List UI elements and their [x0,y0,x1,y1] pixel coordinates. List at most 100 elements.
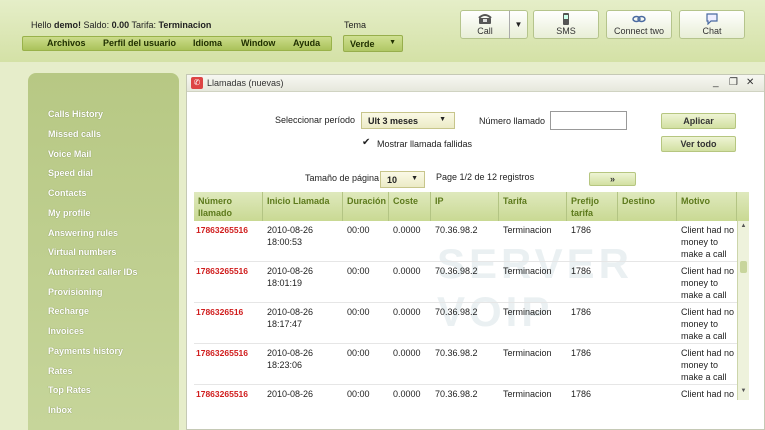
sidebar-item-inbox[interactable]: Inbox [48,405,72,415]
menu-perfil-usuario[interactable]: Perfil del usuario [103,38,176,48]
saldo-value: 0.00 [111,20,130,30]
failed-calls-label: Mostrar llamada fallidas [377,139,473,149]
theme-select[interactable]: Verde ▼ [343,35,403,52]
next-page-button[interactable]: » [589,172,636,186]
table-row[interactable]: 17863265516 2010-08-26 18:23:06 00:00 0.… [194,344,737,385]
called-number-input[interactable] [550,111,627,130]
period-label: Seleccionar período [275,115,356,125]
sidebar-item-recharge[interactable]: Recharge [48,306,89,316]
cell-motivo: Client had no money to make a call [681,307,735,341]
sidebar-item-answering-rules[interactable]: Answering rules [48,228,118,238]
column-header-destino[interactable]: Destino [618,192,677,221]
phone-icon [478,14,492,24]
sidebar-item-missed-calls[interactable]: Missed calls [48,129,101,139]
column-header-numero[interactable]: Número llamado [194,192,263,221]
account-summary: Hello demo! Saldo: 0.00 Tarifa: Terminac… [31,20,211,30]
sidebar-item-top-rates[interactable]: Top Rates [48,385,91,395]
column-header-inicio[interactable]: Inicio Llamada [263,192,343,221]
cell-duracion: 00:00 [347,389,370,399]
scroll-down-icon[interactable]: ▼ [738,388,749,398]
cell-prefijo: 1786 [571,266,592,276]
page-size-select[interactable]: 10 ▼ [380,171,425,188]
chat-button[interactable]: Chat [679,10,745,39]
cell-coste: 0.0000 [393,307,421,317]
view-all-button[interactable]: Ver todo [661,136,736,152]
connect-two-button[interactable]: Connect two [606,10,672,39]
scrollbar-thumb[interactable] [740,261,747,273]
greeting-prefix: Hello [31,20,52,30]
chevron-down-icon: ▼ [389,39,396,46]
sidebar-item-provisioning[interactable]: Provisioning [48,287,103,297]
user-name: demo! [54,20,82,30]
table-row[interactable]: 1786326516 2010-08-26 18:17:47 00:00 0.0… [194,303,737,344]
sidebar-item-payments-history[interactable]: Payments history [48,346,123,356]
tarifa-label: Tarifa: [131,20,156,30]
call-dropdown-button[interactable]: ▼ [509,10,528,39]
page-size-label: Tamaño de página [305,173,380,183]
sidebar-item-voice-mail[interactable]: Voice Mail [48,149,91,159]
menu-archivos[interactable]: Archivos [47,38,86,48]
cell-motivo: Client had no [681,389,735,399]
sms-button[interactable]: SMS [533,10,599,39]
restore-icon[interactable]: ❐ [729,77,738,88]
chat-button-label: Chat [702,26,722,36]
table-row[interactable]: 17863265516 2010-08-26 00:00 0.0000 70.3… [194,385,737,400]
cell-ip: 70.36.98.2 [435,225,478,235]
connect-two-button-label: Connect two [613,26,665,36]
cell-motivo: Client had no money to make a call [681,348,735,382]
table-row[interactable]: 17863265516 2010-08-26 18:01:19 00:00 0.… [194,262,737,303]
cell-tarifa: Terminacion [503,307,552,317]
table-row[interactable]: 17863265516 2010-08-26 18:00:53 00:00 0.… [194,221,737,262]
called-number-label: Número llamado [479,116,546,126]
cell-tarifa: Terminacion [503,348,552,358]
menu-idioma[interactable]: Idioma [193,38,222,48]
tarifa-value: Terminacion [158,20,212,30]
cell-inicio: 2010-08-26 18:00:53 [267,225,314,247]
theme-label: Tema [344,20,367,30]
call-button-label: Call [477,26,493,36]
cell-motivo: Client had no money to make a call [681,266,735,300]
table-header: Número llamado Inicio Llamada Duración C… [194,192,749,221]
period-select-value: Ult 3 meses [368,116,419,126]
sidebar-item-rates[interactable]: Rates [48,366,73,376]
cell-numero: 17863265516 [196,266,249,276]
sidebar-item-invoices[interactable]: Invoices [48,326,84,336]
cell-numero: 17863265516 [196,348,249,358]
saldo-label: Saldo: [83,20,110,30]
cell-ip: 70.36.98.2 [435,266,478,276]
sidebar-item-virtual-numbers[interactable]: Virtual numbers [48,247,116,257]
calls-table: Número llamado Inicio Llamada Duración C… [194,192,749,400]
column-header-motivo[interactable]: Motivo [677,192,737,221]
column-header-tarifa[interactable]: Tarifa [499,192,567,221]
minimize-icon[interactable]: _ [713,77,719,88]
failed-calls-checkbox[interactable]: ✔ [362,138,373,149]
close-icon[interactable]: ✕ [746,77,754,88]
cell-ip: 70.36.98.2 [435,389,478,399]
sidebar-item-calls-history[interactable]: Calls History [48,109,103,119]
period-select[interactable]: Ult 3 meses ▼ [361,112,455,129]
menu-window[interactable]: Window [241,38,275,48]
cell-prefijo: 1786 [571,307,592,317]
chat-bubble-icon [706,13,718,25]
call-button[interactable]: Call [460,10,510,39]
table-scrollbar[interactable]: ▲ ▼ [737,221,749,400]
page-info: Page 1/2 de 12 registros [436,172,535,182]
window-title-bar[interactable]: ✆ Llamadas (nuevas) _ ❐ ✕ [187,75,764,92]
theme-select-value: Verde [350,39,375,49]
cell-tarifa: Terminacion [503,225,552,235]
cell-ip: 70.36.98.2 [435,348,478,358]
apply-button[interactable]: Aplicar [661,113,736,129]
column-header-duracion[interactable]: Duración [343,192,389,221]
sidebar-item-my-profile[interactable]: My profile [48,208,91,218]
sms-button-label: SMS [556,26,576,36]
column-header-ip[interactable]: IP [431,192,499,221]
column-header-prefijo[interactable]: Prefijo tarifa [567,192,618,221]
sidebar-item-authorized-caller-ids[interactable]: Authorized caller IDs [48,267,138,277]
column-header-coste[interactable]: Coste [389,192,431,221]
top-header: Hello demo! Saldo: 0.00 Tarifa: Terminac… [0,0,765,62]
sidebar-item-contacts[interactable]: Contacts [48,188,87,198]
sidebar-item-speed-dial[interactable]: Speed dial [48,168,93,178]
scroll-up-icon[interactable]: ▲ [738,223,749,233]
menu-ayuda[interactable]: Ayuda [293,38,320,48]
cell-duracion: 00:00 [347,307,370,317]
